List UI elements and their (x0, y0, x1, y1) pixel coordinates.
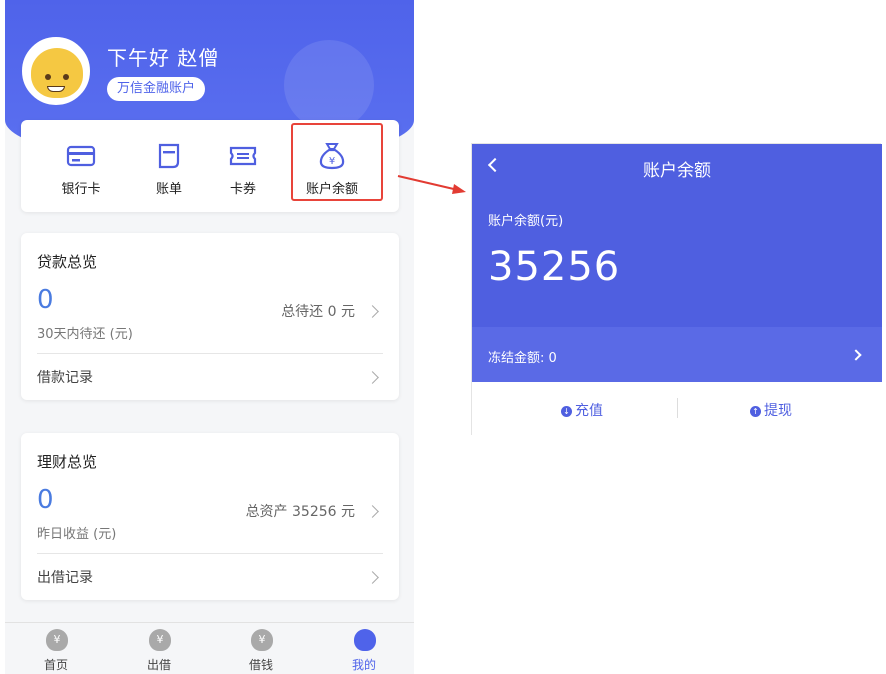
avatar[interactable] (22, 37, 90, 105)
tab-label: 我的 (351, 658, 376, 672)
tab-borrow[interactable]: ¥ 借钱 (226, 623, 296, 674)
quick-item-coupon[interactable]: 卡券 (208, 120, 278, 212)
divider (37, 353, 383, 354)
chevron-right-icon[interactable] (366, 305, 379, 318)
balance-label: 账户余额(元) (488, 214, 564, 229)
chevron-right-icon[interactable] (850, 349, 862, 361)
balance-actions: ↓ 充值 ↑ 提现 (472, 382, 882, 436)
borrow-icon: ¥ (251, 629, 273, 651)
wealth-amount: 0 (37, 485, 54, 515)
avatar-eye-right (63, 74, 69, 80)
tab-label: 借钱 (248, 658, 273, 672)
wealth-total[interactable]: 总资产 35256 元 (246, 501, 355, 521)
frozen-amount-row[interactable]: 冻结金额: 0 (472, 327, 882, 382)
highlight-box (291, 123, 383, 201)
wealth-title: 理财总览 (37, 453, 98, 471)
recharge-button[interactable]: ↓ 充值 (561, 400, 603, 420)
quick-label-coupon: 卡券 (229, 182, 256, 197)
quick-item-bill[interactable]: 账单 (134, 120, 204, 212)
mine-screen: 下午好 赵僧 万信金融账户 银行卡 账单 卡券 ¥ 账户余额 贷款总览 0 30… (5, 0, 414, 674)
chevron-right-icon[interactable] (366, 571, 379, 584)
page-title: 账户余额 (643, 161, 711, 181)
lend-record-link[interactable]: 出借记录 (37, 567, 93, 587)
tab-mine[interactable]: 我的 (329, 623, 399, 674)
quick-item-bank-card[interactable]: 银行卡 (46, 120, 116, 212)
loan-total[interactable]: 总待还 0 元 (281, 301, 355, 321)
avatar-face (31, 48, 83, 98)
loan-record-link[interactable]: 借款记录 (37, 367, 93, 387)
withdraw-label: 提现 (764, 403, 792, 419)
frozen-amount-label: 冻结金额: 0 (488, 351, 557, 366)
account-tag[interactable]: 万信金融账户 (107, 77, 206, 101)
tab-home[interactable]: ¥ 首页 (21, 623, 91, 674)
recharge-label: 充值 (575, 403, 603, 419)
greeting-text: 下午好 赵僧 (107, 46, 220, 70)
quick-actions-card: 银行卡 账单 卡券 ¥ 账户余额 (21, 120, 399, 212)
bottom-tab-bar: ¥ 首页 ¥ 出借 ¥ 借钱 我的 (5, 622, 414, 674)
avatar-eye-left (45, 74, 51, 80)
balance-value: 35256 (488, 244, 621, 290)
wealth-overview-card: 理财总览 0 昨日收益 (元) 总资产 35256 元 出借记录 (21, 433, 399, 600)
account-balance-screen: 账户余额 账户余额(元) 35256 冻结金额: 0 ↓ 充值 ↑ 提现 (471, 143, 882, 436)
coupon-icon (229, 146, 257, 166)
bank-card-icon (66, 145, 96, 167)
divider (677, 398, 678, 418)
tab-label: 首页 (43, 658, 68, 672)
chevron-right-icon[interactable] (366, 505, 379, 518)
arrow-down-circle-icon: ↓ (561, 406, 572, 417)
tab-label: 出借 (146, 658, 171, 672)
home-money-icon: ¥ (46, 629, 68, 651)
loan-overview-card: 贷款总览 0 30天内待还 (元) 总待还 0 元 借款记录 (21, 233, 399, 400)
bill-icon (158, 143, 180, 169)
avatar-mouth (47, 86, 65, 92)
wealth-subtitle: 昨日收益 (元) (37, 527, 117, 542)
quick-label-bank-card: 银行卡 (61, 182, 101, 197)
arrow-up-circle-icon: ↑ (750, 406, 761, 417)
chevron-right-icon[interactable] (366, 371, 379, 384)
lend-icon: ¥ (149, 629, 171, 651)
divider (37, 553, 383, 554)
quick-label-bill: 账单 (155, 182, 182, 197)
loan-title: 贷款总览 (37, 253, 98, 271)
tab-lend[interactable]: ¥ 出借 (124, 623, 194, 674)
user-icon (354, 629, 376, 651)
red-arrow-icon (397, 175, 466, 194)
loan-subtitle: 30天内待还 (元) (37, 327, 133, 342)
balance-header: 账户余额 账户余额(元) 35256 (472, 144, 882, 327)
withdraw-button[interactable]: ↑ 提现 (750, 400, 792, 420)
loan-amount: 0 (37, 285, 54, 315)
